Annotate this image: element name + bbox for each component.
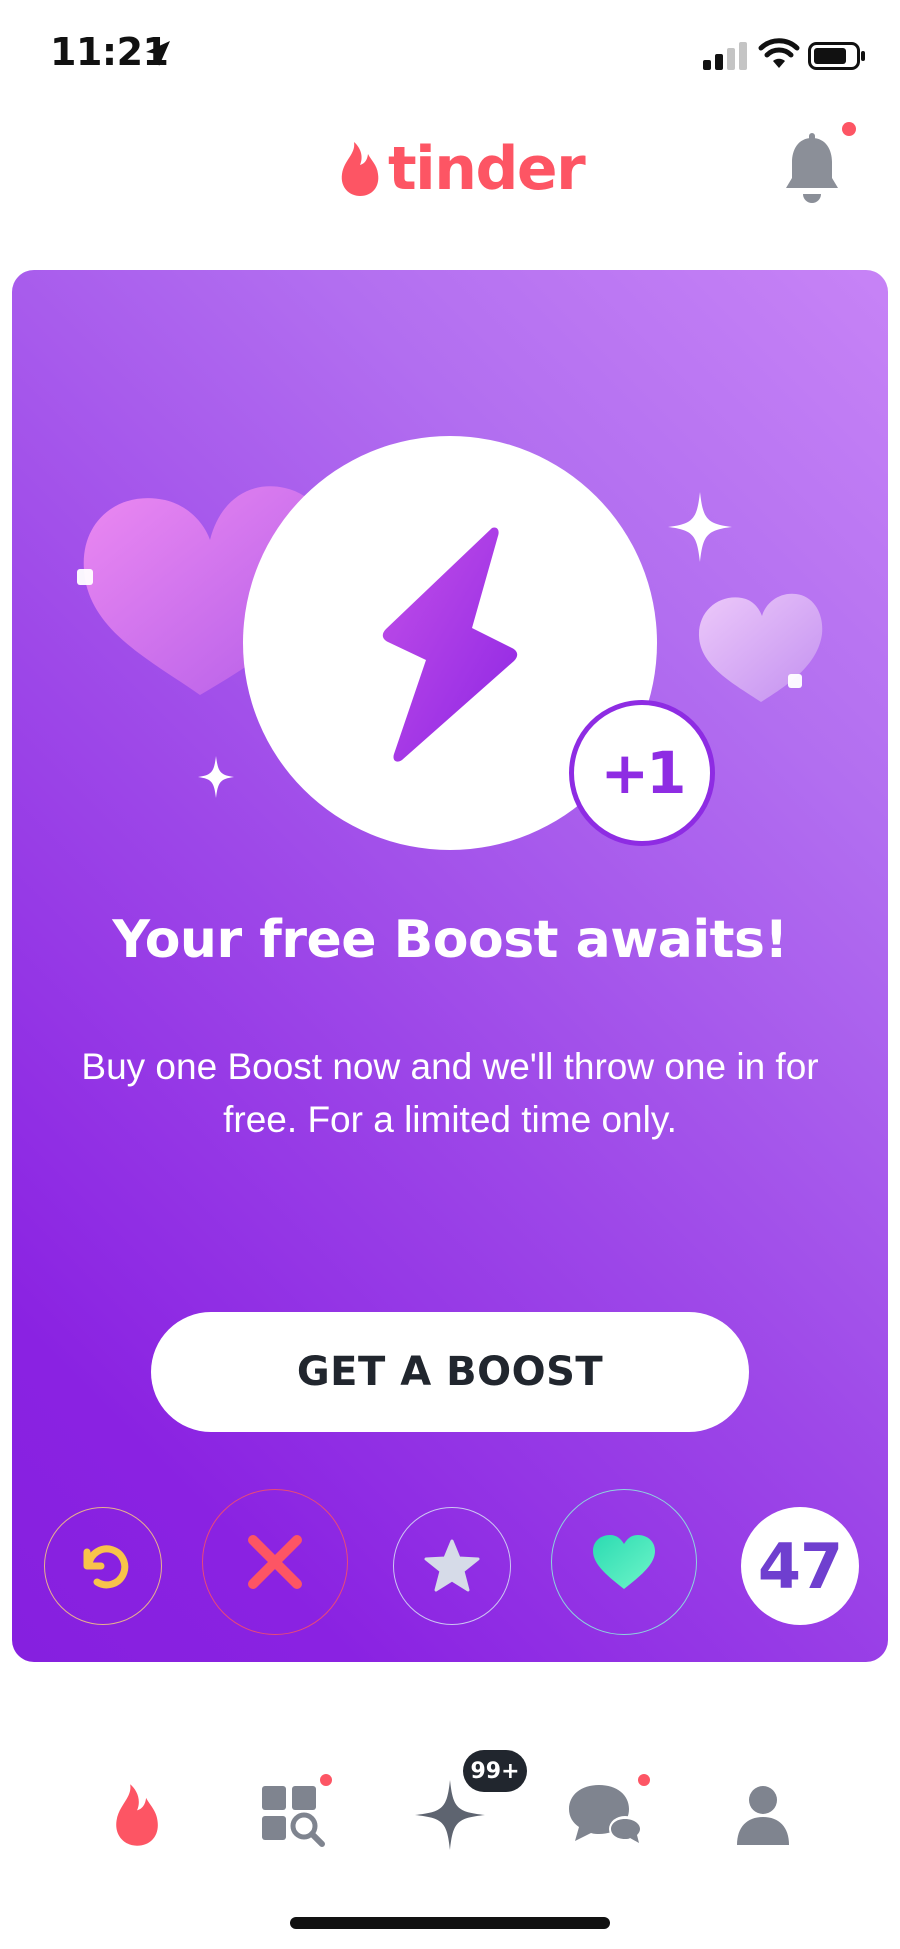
boost-promo-card: +1 Your free Boost awaits! Buy one Boost… bbox=[12, 270, 888, 1662]
rewind-icon bbox=[83, 1545, 129, 1589]
boost-count-badge[interactable]: 47 bbox=[741, 1507, 859, 1625]
x-icon bbox=[248, 1535, 302, 1589]
home-indicator bbox=[290, 1917, 610, 1929]
explore-notification-dot bbox=[320, 1774, 332, 1786]
nav-home[interactable] bbox=[92, 1770, 182, 1860]
nav-profile[interactable] bbox=[718, 1770, 808, 1860]
sparkle-icon bbox=[77, 569, 93, 585]
like-button[interactable] bbox=[551, 1489, 697, 1635]
heart-icon bbox=[593, 1535, 655, 1589]
location-arrow-icon bbox=[146, 41, 170, 66]
status-bar: 11:21 bbox=[0, 0, 900, 100]
star-icon bbox=[424, 1539, 480, 1592]
wifi-icon bbox=[758, 38, 800, 68]
bottom-nav bbox=[0, 1730, 900, 1890]
chat-icon bbox=[569, 1785, 641, 1843]
profile-icon bbox=[737, 1786, 789, 1845]
tinder-logo[interactable]: tinder bbox=[338, 134, 586, 204]
sparkle-icon bbox=[198, 756, 234, 798]
sparkle-icon bbox=[788, 674, 802, 688]
explore-icon bbox=[262, 1786, 325, 1847]
signal-icon bbox=[703, 42, 747, 70]
promo-title: Your free Boost awaits! bbox=[112, 910, 788, 970]
app-header: tinder bbox=[0, 120, 900, 220]
notification-bell-icon[interactable] bbox=[782, 132, 842, 208]
battery-icon bbox=[808, 42, 865, 70]
plus-one-badge: +1 bbox=[569, 700, 715, 846]
get-a-boost-button[interactable]: GET A BOOST bbox=[151, 1312, 749, 1432]
promo-description: Buy one Boost now and we'll throw one in… bbox=[81, 1046, 819, 1140]
notification-dot bbox=[842, 122, 856, 136]
boost-bolt-icon bbox=[382, 527, 518, 762]
likes-count-badge: 99+ bbox=[463, 1750, 527, 1792]
rewind-button[interactable] bbox=[44, 1507, 162, 1625]
flame-icon bbox=[341, 142, 379, 196]
heart-decoration-icon bbox=[698, 593, 823, 702]
flame-icon bbox=[116, 1784, 158, 1846]
messages-notification-dot bbox=[638, 1774, 650, 1786]
super-like-button[interactable] bbox=[393, 1507, 511, 1625]
sparkle-icon bbox=[668, 492, 732, 562]
nope-button[interactable] bbox=[202, 1489, 348, 1635]
app-name: tinder bbox=[388, 134, 586, 204]
